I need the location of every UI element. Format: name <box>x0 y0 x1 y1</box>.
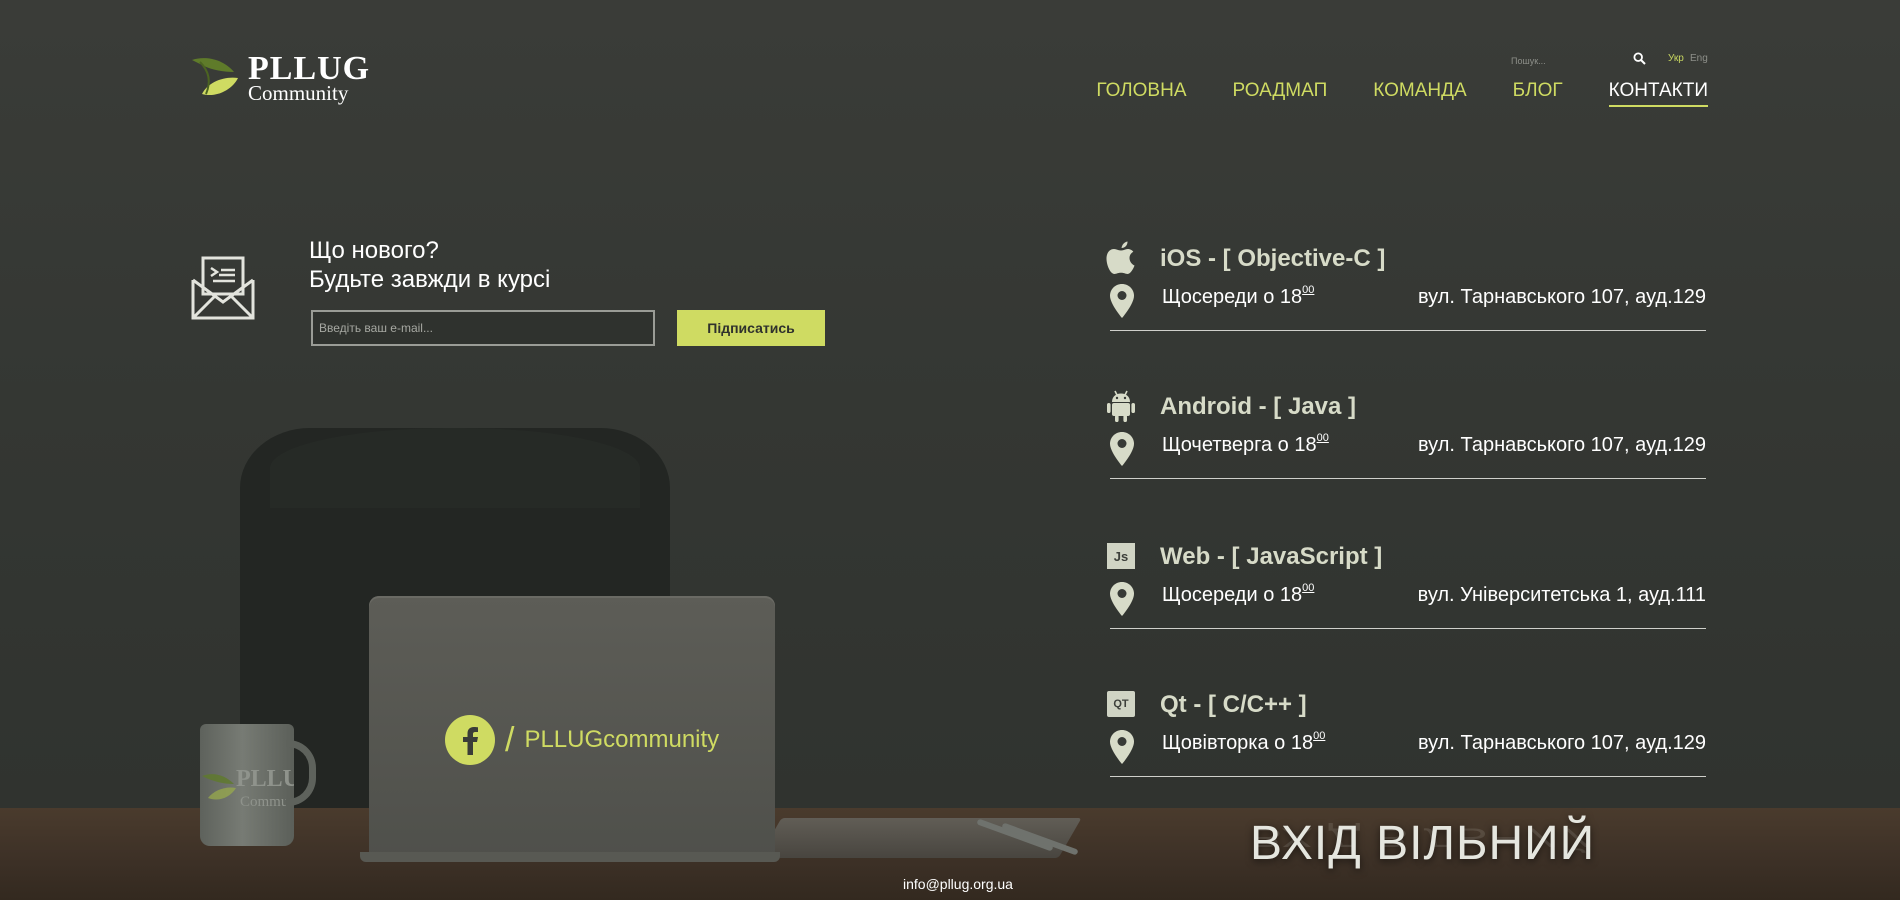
qt-icon: QT <box>1106 688 1136 720</box>
nav-item-contacts[interactable]: КОНТАКТИ <box>1608 80 1708 107</box>
contact-email-link[interactable]: info@pllug.org.ua <box>903 876 1013 892</box>
site-logo[interactable]: PLLUG Community <box>190 52 369 104</box>
location-pin-icon <box>1110 730 1134 764</box>
newsletter-title: Що нового? Будьте завжди в курсі <box>309 236 550 294</box>
course-day-time: Щосереди о 18 <box>1162 286 1303 308</box>
facebook-icon <box>445 715 495 765</box>
course-title: iOS - [ Objective-C ] <box>1160 245 1386 272</box>
qt-badge: QT <box>1107 691 1135 717</box>
course-address: вул. Тарнавського 107, ауд.129 <box>1417 434 1706 456</box>
android-icon <box>1106 390 1136 422</box>
course-web: Js Web - [ JavaScript ] Щосереди о 1800 … <box>1106 540 1706 640</box>
course-address: вул. Тарнавського 107, ауд.129 <box>1417 732 1706 754</box>
chair-top <box>270 428 640 508</box>
lang-eng-link[interactable]: Eng <box>1690 53 1708 64</box>
mug-leaf-icon <box>202 774 236 800</box>
envelope-icon <box>191 256 255 320</box>
location-pin-icon <box>1110 284 1134 318</box>
facebook-link[interactable]: / PLLUGcommunity <box>445 714 719 766</box>
subscribe-button[interactable]: Підписатись <box>677 310 825 346</box>
nav-item-team[interactable]: КОМАНДА <box>1373 80 1466 107</box>
course-title: Android - [ Java ] <box>1160 393 1357 420</box>
course-title: Qt - [ C/C++ ] <box>1160 691 1307 718</box>
course-address: вул. Тарнавського 107, ауд.129 <box>1417 286 1706 308</box>
course-day-time: Щосереди о 18 <box>1162 584 1303 606</box>
course-schedule: Щосереди о 1800 <box>1162 284 1315 309</box>
nav-item-home[interactable]: ГОЛОВНА <box>1096 80 1186 107</box>
course-minutes: 00 <box>1316 432 1329 444</box>
newsletter-title-line1: Що нового? <box>309 237 439 264</box>
course-day-time: Щовівторка о 18 <box>1162 732 1314 754</box>
laptop-base <box>360 852 780 862</box>
course-schedule: Щочетверга о 1800 <box>1162 432 1329 457</box>
javascript-icon: Js <box>1106 540 1136 572</box>
nav-item-roadmap[interactable]: РОАДМАП <box>1233 80 1328 107</box>
course-ios: iOS - [ Objective-C ] Щосереди о 1800 ву… <box>1106 241 1706 342</box>
course-schedule: Щосереди о 1800 <box>1162 582 1315 607</box>
location-pin-icon <box>1110 432 1134 466</box>
facebook-separator: / <box>505 721 515 759</box>
mug: PLLU Commu <box>200 724 294 846</box>
leaf-logo-icon <box>192 58 238 96</box>
apple-icon <box>1106 241 1136 274</box>
course-android: Android - [ Java ] Щочетверга о 1800 вул… <box>1106 390 1706 490</box>
newsletter-title-line2: Будьте завжди в курсі <box>309 266 551 293</box>
divider <box>1110 628 1706 629</box>
search-box <box>1507 51 1637 69</box>
course-address: вул. Університетська 1, ауд.111 <box>1417 584 1706 606</box>
course-minutes: 00 <box>1302 284 1315 296</box>
course-qt: QT Qt - [ C/C++ ] Щовівторка о 1800 вул.… <box>1106 688 1706 788</box>
mug-logo-sub: Commu <box>240 794 289 810</box>
search-icon <box>1633 52 1646 65</box>
course-day-time: Щочетверга о 18 <box>1162 434 1317 456</box>
course-schedule: Щовівторка о 1800 <box>1162 730 1326 755</box>
free-entry-reflection: ВХІД ВІЛЬНИЙ <box>1250 822 1596 852</box>
nav-item-blog[interactable]: БЛОГ <box>1513 80 1563 107</box>
course-minutes: 00 <box>1313 730 1326 742</box>
course-title: Web - [ JavaScript ] <box>1160 543 1383 570</box>
javascript-badge: Js <box>1107 543 1135 569</box>
divider <box>1110 478 1706 479</box>
divider <box>1110 776 1706 777</box>
search-input[interactable] <box>1507 53 1629 69</box>
email-field[interactable] <box>311 310 655 346</box>
search-button[interactable] <box>1633 52 1647 66</box>
divider <box>1110 330 1706 331</box>
lang-ukr-link[interactable]: Укр <box>1668 53 1684 64</box>
location-pin-icon <box>1110 582 1134 616</box>
facebook-page-name: PLLUGcommunity <box>524 726 720 753</box>
main-nav: ГОЛОВНА РОАДМАП КОМАНДА БЛОГ КОНТАКТИ <box>1050 80 1708 107</box>
course-minutes: 00 <box>1302 582 1315 594</box>
